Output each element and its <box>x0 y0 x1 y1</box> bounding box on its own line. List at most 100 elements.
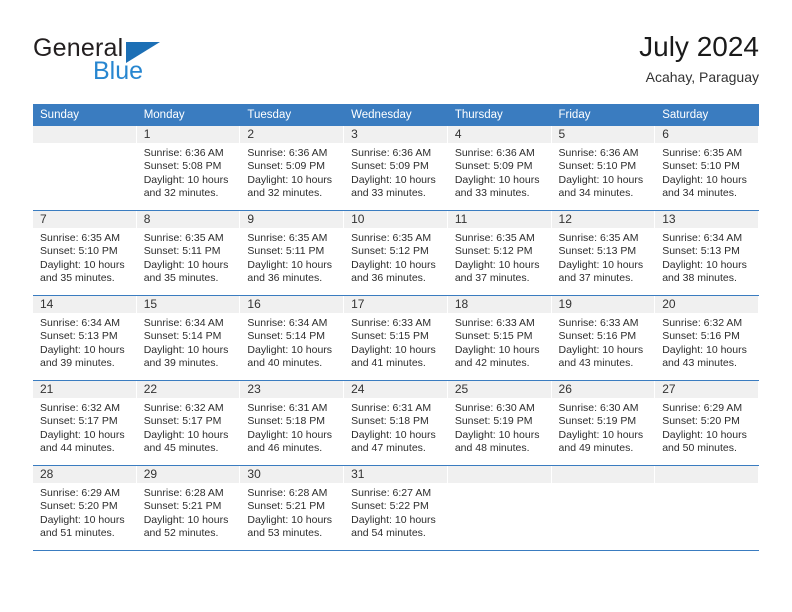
calendar-day-cell[interactable]: 6 Sunrise: 6:35 AM Sunset: 5:10 PM Daylight… <box>655 126 759 210</box>
sunset-time: Sunset: 5:09 PM <box>454 160 533 173</box>
calendar-day-cell[interactable]: 8 Sunrise: 6:35 AM Sunset: 5:11 PM Daylight… <box>136 211 241 295</box>
day-number: 11 <box>447 211 551 228</box>
day-sun-info: Sunrise: 6:32 AM Sunset: 5:16 PM Daylight:… <box>655 313 758 371</box>
calendar-day-cell[interactable]: 30 Sunrise: 6:28 AM Sunset: 5:21 PM Dayligh… <box>240 466 345 550</box>
daylight-duration-line2: and 54 minutes. <box>351 527 426 540</box>
day-number: 28 <box>33 466 136 483</box>
calendar-day-cell[interactable]: 12 Sunrise: 6:35 AM Sunset: 5:13 PM Dayligh… <box>551 211 656 295</box>
daylight-duration-line2: and 42 minutes. <box>454 357 530 370</box>
calendar-day-cell[interactable]: 14 Sunrise: 6:34 AM Sunset: 5:13 PM Dayligh… <box>33 296 137 380</box>
daylight-duration-line2: and 36 minutes. <box>247 272 323 285</box>
calendar-day-cell[interactable]: 28 Sunrise: 6:29 AM Sunset: 5:20 PM Dayligh… <box>33 466 137 550</box>
day-cell-content: 12 Sunrise: 6:35 AM Sunset: 5:13 PM Dayligh… <box>551 211 656 295</box>
calendar-day-cell[interactable]: 31 Sunrise: 6:27 AM Sunset: 5:22 PM Dayligh… <box>344 466 448 550</box>
calendar-day-cell-empty <box>33 126 137 210</box>
day-sun-info: Sunrise: 6:34 AM Sunset: 5:14 PM Daylight:… <box>240 313 343 371</box>
calendar-day-cell[interactable]: 18 Sunrise: 6:33 AM Sunset: 5:15 PM Dayligh… <box>447 296 552 380</box>
sunrise-time: Sunrise: 6:32 AM <box>662 317 743 329</box>
day-sun-info: Sunrise: 6:32 AM Sunset: 5:17 PM Daylight:… <box>137 398 240 456</box>
general-blue-logo[interactable]: General Blue <box>33 34 233 92</box>
calendar-day-cell[interactable]: 26 Sunrise: 6:30 AM Sunset: 5:19 PM Dayligh… <box>551 381 656 465</box>
sunrise-time: Sunrise: 6:36 AM <box>351 147 432 159</box>
sunset-time: Sunset: 5:09 PM <box>247 160 326 173</box>
day-sun-info: Sunrise: 6:35 AM Sunset: 5:13 PM Daylight:… <box>552 228 655 286</box>
calendar-day-cell[interactable]: 17 Sunrise: 6:33 AM Sunset: 5:15 PM Dayligh… <box>344 296 448 380</box>
day-sun-info: Sunrise: 6:33 AM Sunset: 5:16 PM Daylight:… <box>552 313 655 371</box>
title-block: July 2024 Acahay, Paraguay <box>639 30 759 88</box>
day-sun-info: Sunrise: 6:36 AM Sunset: 5:09 PM Daylight:… <box>240 143 343 201</box>
calendar-day-cell[interactable]: 3 Sunrise: 6:36 AM Sunset: 5:09 PM Daylight… <box>344 126 448 210</box>
sunrise-time: Sunrise: 6:34 AM <box>247 317 328 329</box>
calendar-day-cell[interactable]: 19 Sunrise: 6:33 AM Sunset: 5:16 PM Dayligh… <box>551 296 656 380</box>
day-number: 5 <box>551 126 655 143</box>
sunset-time: Sunset: 5:15 PM <box>351 330 429 343</box>
daylight-duration-line1: Daylight: 10 hours <box>558 173 644 186</box>
day-number: 7 <box>33 211 136 228</box>
page-header: General Blue July 2024 Acahay, Paraguay <box>33 30 759 96</box>
daylight-duration-line1: Daylight: 10 hours <box>143 343 229 356</box>
calendar-day-cell[interactable]: 5 Sunrise: 6:36 AM Sunset: 5:10 PM Daylight… <box>551 126 656 210</box>
calendar-day-cell[interactable]: 11 Sunrise: 6:35 AM Sunset: 5:12 PM Dayligh… <box>447 211 552 295</box>
calendar-day-cell[interactable]: 2 Sunrise: 6:36 AM Sunset: 5:09 PM Daylight… <box>240 126 345 210</box>
calendar-day-cell[interactable]: 21 Sunrise: 6:32 AM Sunset: 5:17 PM Dayligh… <box>33 381 137 465</box>
daylight-duration-line1: Daylight: 10 hours <box>247 173 333 186</box>
calendar-week-row: 7 Sunrise: 6:35 AM Sunset: 5:10 PM Daylight… <box>33 211 759 295</box>
calendar-week-row: 21 Sunrise: 6:32 AM Sunset: 5:17 PM Dayligh… <box>33 381 759 465</box>
sunset-time: Sunset: 5:12 PM <box>454 245 533 258</box>
day-sun-info: Sunrise: 6:36 AM Sunset: 5:09 PM Daylight:… <box>344 143 447 201</box>
daylight-duration-line2: and 44 minutes. <box>40 442 115 455</box>
calendar-day-cell[interactable]: 13 Sunrise: 6:34 AM Sunset: 5:13 PM Dayligh… <box>655 211 759 295</box>
sunset-time: Sunset: 5:13 PM <box>558 245 637 258</box>
daylight-duration-line2: and 37 minutes. <box>454 272 530 285</box>
day-cell-content: 31 Sunrise: 6:27 AM Sunset: 5:22 PM Dayligh… <box>344 466 448 550</box>
day-cell-content: 11 Sunrise: 6:35 AM Sunset: 5:12 PM Dayligh… <box>447 211 552 295</box>
day-cell-content: 8 Sunrise: 6:35 AM Sunset: 5:11 PM Daylight… <box>136 211 241 295</box>
weekday-header-wednesday: Wednesday <box>344 104 448 126</box>
day-cell-content: 19 Sunrise: 6:33 AM Sunset: 5:16 PM Dayligh… <box>551 296 656 380</box>
sunrise-time: Sunrise: 6:34 AM <box>662 232 743 244</box>
calendar-day-cell[interactable]: 20 Sunrise: 6:32 AM Sunset: 5:16 PM Dayligh… <box>655 296 759 380</box>
calendar-day-cell-empty <box>551 466 656 550</box>
daylight-duration-line1: Daylight: 10 hours <box>454 343 540 356</box>
day-number: 31 <box>344 466 447 483</box>
weekday-header-monday: Monday <box>136 104 241 126</box>
day-number: 6 <box>655 126 758 143</box>
day-sun-info: Sunrise: 6:35 AM Sunset: 5:11 PM Daylight:… <box>240 228 343 286</box>
day-number: 24 <box>344 381 447 398</box>
calendar-day-cell[interactable]: 24 Sunrise: 6:31 AM Sunset: 5:18 PM Dayligh… <box>344 381 448 465</box>
day-number: 18 <box>447 296 551 313</box>
day-number: 3 <box>344 126 447 143</box>
day-number: 30 <box>240 466 344 483</box>
calendar-day-cell[interactable]: 4 Sunrise: 6:36 AM Sunset: 5:09 PM Daylight… <box>447 126 552 210</box>
calendar-week-row: 1 Sunrise: 6:36 AM Sunset: 5:08 PM Daylight… <box>33 126 759 210</box>
calendar-day-cell[interactable]: 1 Sunrise: 6:36 AM Sunset: 5:08 PM Daylight… <box>136 126 241 210</box>
calendar-header-row-group: Sunday Monday Tuesday Wednesday Thursday… <box>33 104 759 126</box>
calendar-day-cell[interactable]: 16 Sunrise: 6:34 AM Sunset: 5:14 PM Dayligh… <box>240 296 345 380</box>
sunrise-time: Sunrise: 6:36 AM <box>247 147 328 159</box>
calendar-day-cell[interactable]: 9 Sunrise: 6:35 AM Sunset: 5:11 PM Daylight… <box>240 211 345 295</box>
daylight-duration-line2: and 32 minutes. <box>143 187 219 200</box>
daylight-duration-line2: and 50 minutes. <box>662 442 737 455</box>
calendar-day-cell[interactable]: 7 Sunrise: 6:35 AM Sunset: 5:10 PM Daylight… <box>33 211 137 295</box>
sunrise-time: Sunrise: 6:34 AM <box>143 317 224 329</box>
daylight-duration-line1: Daylight: 10 hours <box>40 343 125 356</box>
sunset-time: Sunset: 5:15 PM <box>454 330 533 343</box>
sunset-time: Sunset: 5:14 PM <box>143 330 222 343</box>
sunrise-time: Sunrise: 6:28 AM <box>143 487 224 499</box>
day-sun-info: Sunrise: 6:29 AM Sunset: 5:20 PM Daylight:… <box>655 398 758 456</box>
daylight-duration-line1: Daylight: 10 hours <box>662 343 747 356</box>
day-sun-info: Sunrise: 6:27 AM Sunset: 5:22 PM Daylight:… <box>344 483 447 541</box>
calendar-day-cell[interactable]: 25 Sunrise: 6:30 AM Sunset: 5:19 PM Dayligh… <box>447 381 552 465</box>
calendar-day-cell[interactable]: 22 Sunrise: 6:32 AM Sunset: 5:17 PM Dayligh… <box>136 381 241 465</box>
calendar-day-cell[interactable]: 10 Sunrise: 6:35 AM Sunset: 5:12 PM Dayligh… <box>344 211 448 295</box>
calendar-day-cell[interactable]: 15 Sunrise: 6:34 AM Sunset: 5:14 PM Dayligh… <box>136 296 241 380</box>
calendar-day-cell[interactable]: 23 Sunrise: 6:31 AM Sunset: 5:18 PM Dayligh… <box>240 381 345 465</box>
calendar-day-cell[interactable]: 29 Sunrise: 6:28 AM Sunset: 5:21 PM Dayligh… <box>136 466 241 550</box>
day-number: 23 <box>240 381 344 398</box>
calendar-day-cell[interactable]: 27 Sunrise: 6:29 AM Sunset: 5:20 PM Dayligh… <box>655 381 759 465</box>
sunset-time: Sunset: 5:09 PM <box>351 160 429 173</box>
sunset-time: Sunset: 5:20 PM <box>40 500 118 513</box>
sunset-time: Sunset: 5:21 PM <box>247 500 326 513</box>
day-cell-content: 5 Sunrise: 6:36 AM Sunset: 5:10 PM Daylight… <box>551 126 656 210</box>
day-cell-content: 20 Sunrise: 6:32 AM Sunset: 5:16 PM Dayligh… <box>655 296 759 380</box>
